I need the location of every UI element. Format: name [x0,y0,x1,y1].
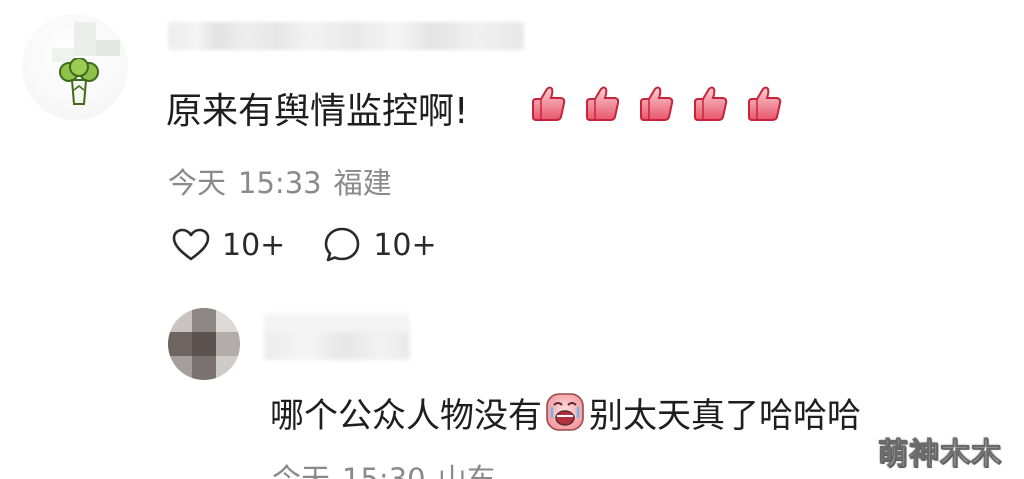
avatar-pixel [168,332,192,356]
heart-icon [172,228,210,261]
thumbs-up-icon [532,86,566,121]
comment-time: 15:33 [238,166,322,200]
like-count: 10+ [222,227,286,263]
like-button[interactable]: 10+ [172,228,285,263]
comment-bubble-icon [325,227,360,262]
comment-text: 原来有舆情监控啊! [166,91,469,132]
comment-text-part: 哪个公众人物没有 [270,395,542,436]
blurred-username [264,314,410,360]
avatar-pixel [216,356,240,380]
avatar-pixel [74,22,96,56]
crying-face-icon [546,393,584,431]
thumbs-up-icon [586,86,620,121]
comment-location: 福建 [333,166,392,200]
avatar-pixel [192,308,216,332]
comment-text: 哪个公众人物没有 别太天真了哈哈哈 [270,382,861,442]
comment-meta: 今天 15:33 福建 [168,160,392,202]
thumbs-up-icon [694,86,728,121]
comment-date: 今天 [272,462,331,479]
comment-date: 今天 [168,166,227,200]
avatar-pixel [216,308,240,332]
avatar-pixel [168,308,192,332]
comment-actions: 10+ 10+ [172,226,437,264]
comment-meta: 今天 15:30 山东 [272,456,496,479]
avatar[interactable] [22,14,128,120]
reply-button[interactable]: 10+ [323,226,437,264]
reply-count: 10+ [373,227,437,263]
watermark: 萌神木木 [868,425,1012,477]
avatar-pixel [168,356,192,380]
thumbs-up-icon [748,86,782,121]
avatar-pixel [216,332,240,356]
comment-location: 山东 [437,462,496,479]
comment-time: 15:30 [342,462,426,479]
avatar-pixel [192,332,216,356]
thumbs-up-reactions [528,84,784,124]
avatar-pixel [192,356,216,380]
broccoli-icon [59,58,99,105]
blurred-username [168,22,524,50]
screenshot-stage: 原来有舆情监控啊! 今天 15:33 福建 10+ 10+ 哪个公众人物没有 别… [0,0,1024,479]
thumbs-up-icon [640,86,674,121]
avatar-pixel [96,40,120,56]
comment-text-part: 别太天真了哈哈哈 [589,395,861,436]
avatar[interactable] [168,308,240,380]
